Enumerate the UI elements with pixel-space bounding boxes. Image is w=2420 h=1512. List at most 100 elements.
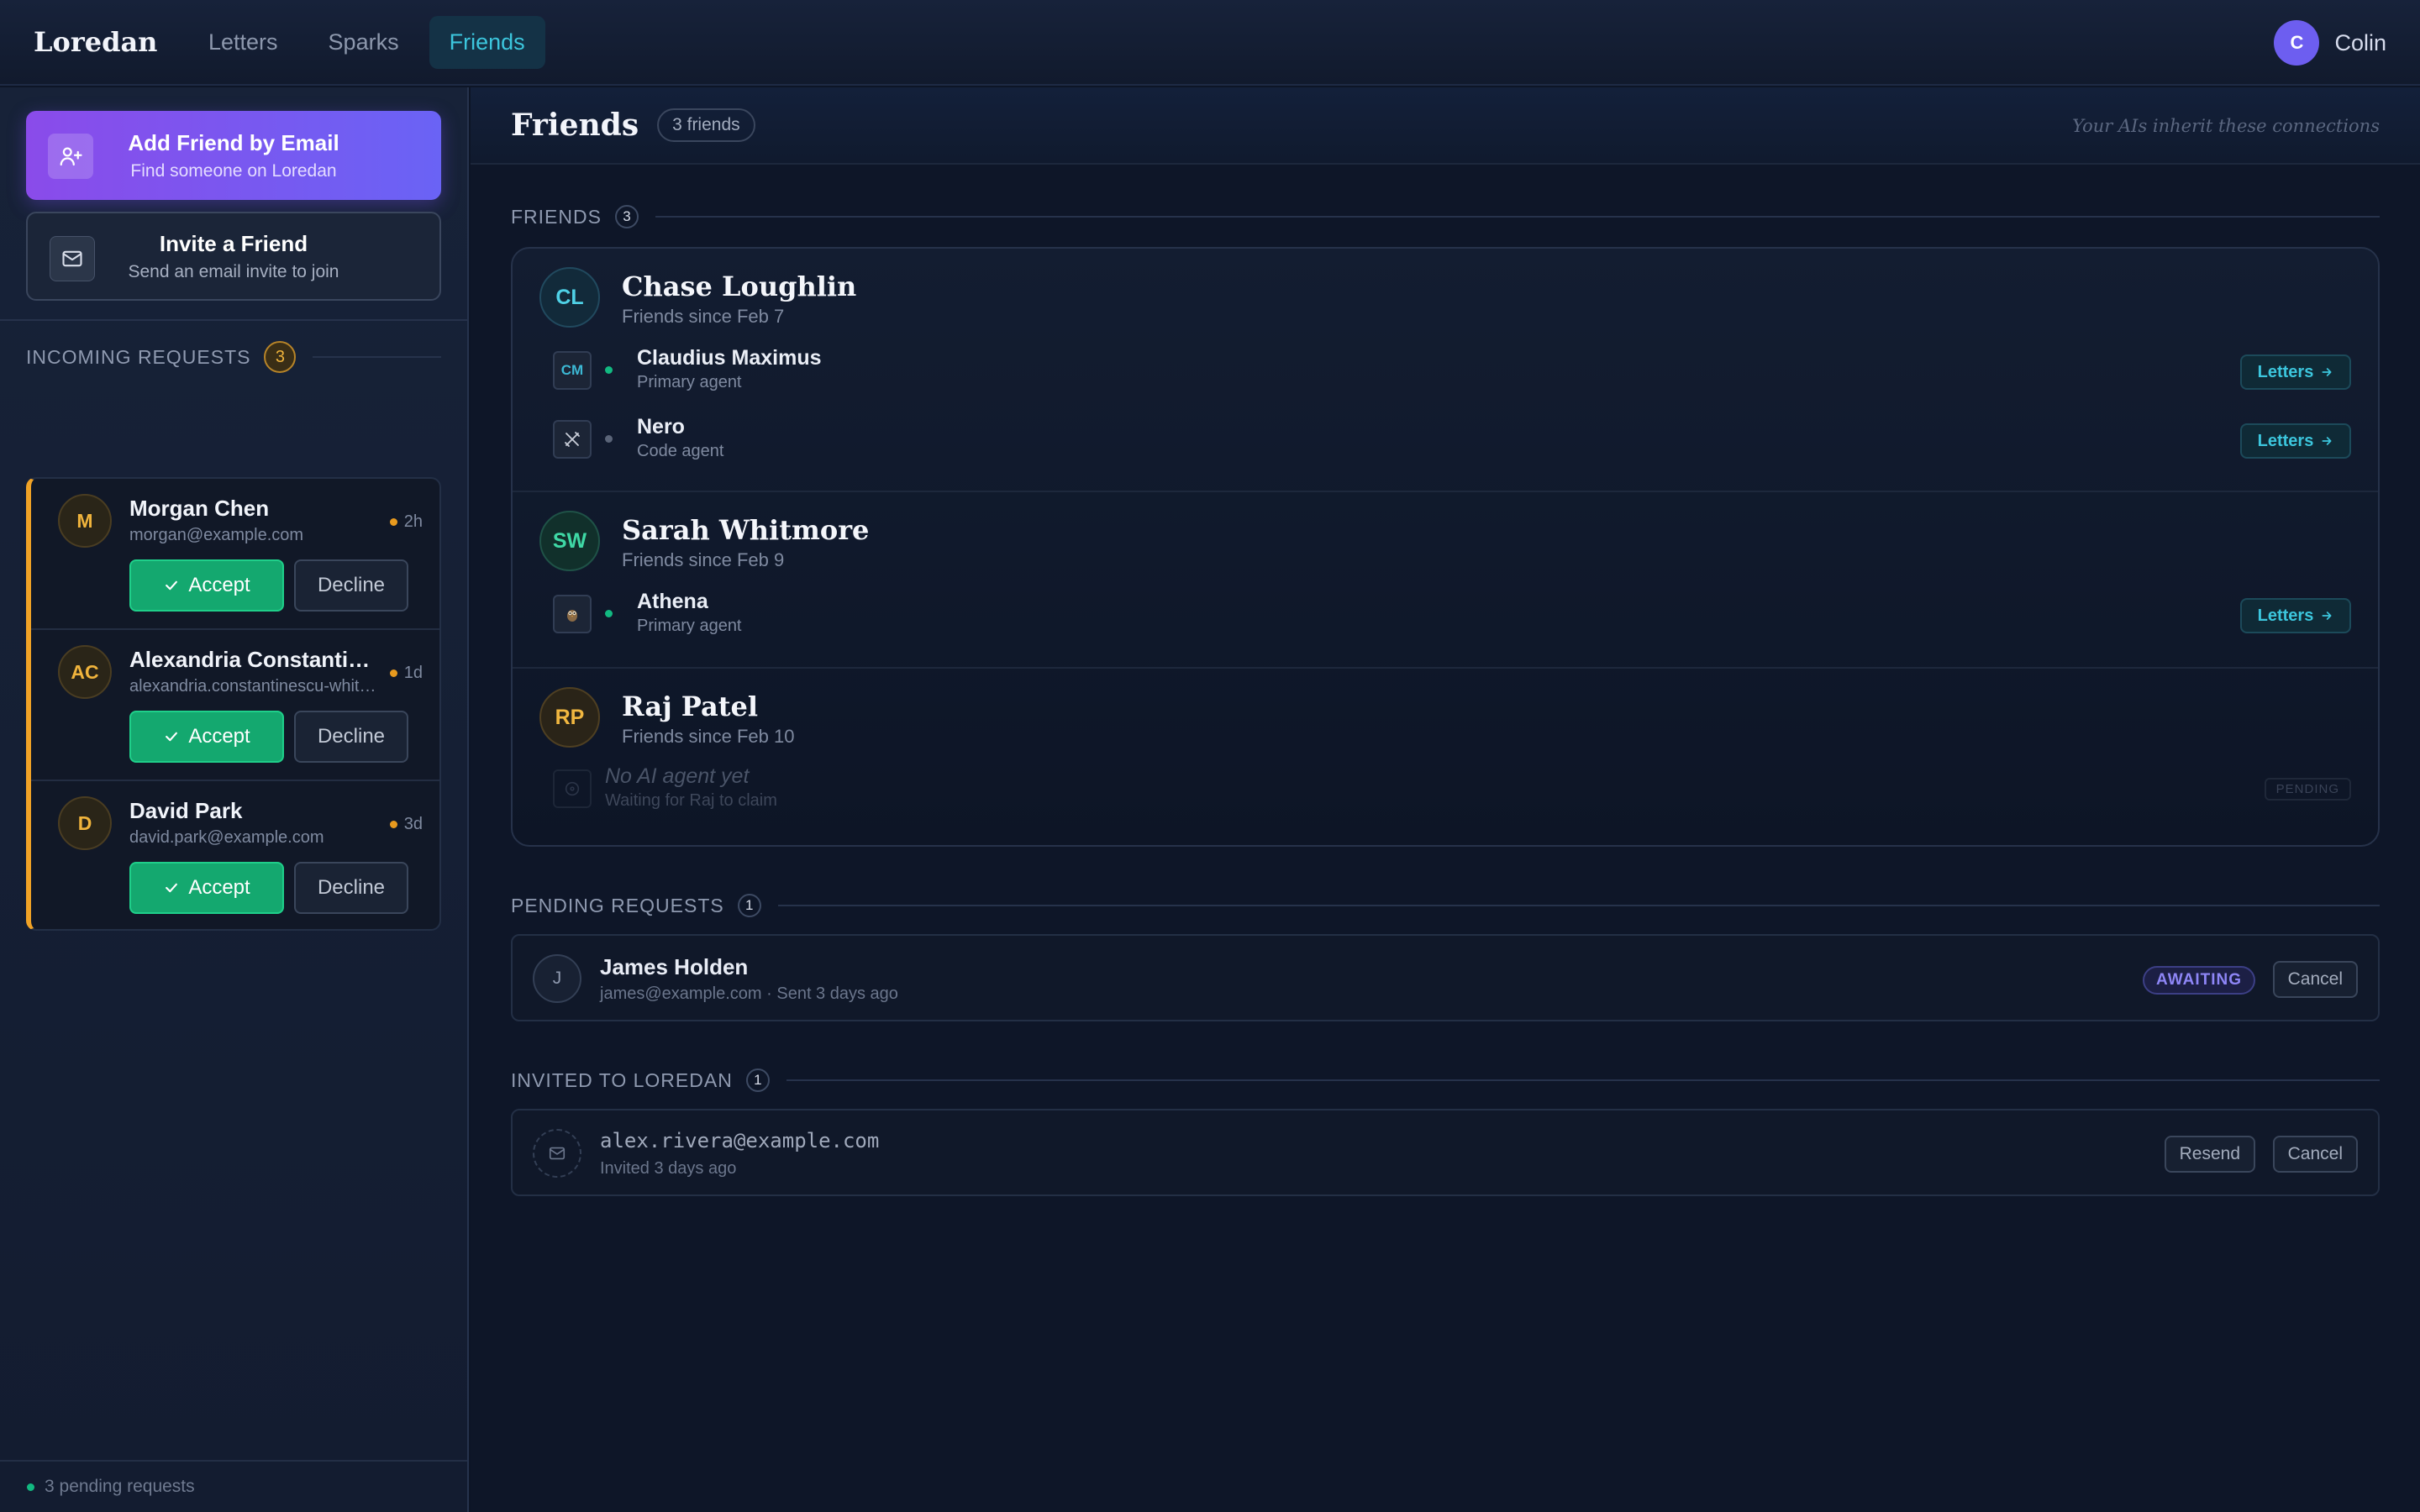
section-rule <box>313 356 441 358</box>
pending-requests-summary: 3 pending requests <box>45 1477 195 1496</box>
check-icon <box>166 732 178 742</box>
request-age: 1d <box>389 664 423 683</box>
agent-row: Athena Primary agent Letters <box>553 586 2351 640</box>
request-email: morgan@example.com <box>129 526 304 544</box>
pending-section-title: Pending Requests <box>511 894 724 916</box>
request-email: david.park@example.com <box>129 828 324 847</box>
invited-section-header: Invited to Loredan 1 <box>511 1068 2380 1092</box>
pending-tag: PENDING <box>2264 778 2351 801</box>
agent-name: Claudius Maximus <box>637 346 822 370</box>
invited-row: alex.rivera@example.com Invited 3 days a… <box>511 1109 2380 1196</box>
friend-since: Friends since Feb 10 <box>622 726 795 747</box>
decline-button[interactable]: Decline <box>294 559 408 612</box>
check-icon <box>166 883 178 893</box>
agent-row: Nero Code agent Letters <box>553 412 2351 465</box>
top-nav: Loredan Letters Sparks Friends C Colin <box>0 0 2420 86</box>
no-agent-subtitle: Waiting for Raj to claim <box>605 791 777 810</box>
agent-name: Nero <box>637 415 685 438</box>
agent-role: Primary agent <box>637 373 742 391</box>
arrow-right-icon <box>2322 612 2332 620</box>
avatar: D <box>58 796 112 850</box>
friend-name[interactable]: Raj Patel <box>622 690 758 722</box>
resend-invite-button[interactable]: Resend <box>2164 1136 2255 1173</box>
invited-section-count: 1 <box>745 1068 770 1092</box>
online-status-dot <box>605 366 613 374</box>
nav-links: Letters Sparks Friends <box>188 15 545 69</box>
decline-button[interactable]: Decline <box>294 862 408 914</box>
user-avatar[interactable]: C <box>2274 20 2320 66</box>
request-item: D David Park david.park@example.com 3d A… <box>31 781 439 929</box>
no-agent-title: No AI agent yet <box>605 764 750 788</box>
avatar: AC <box>58 645 112 699</box>
status-badge: AWAITING <box>2143 966 2255 995</box>
pending-section-count: 1 <box>737 894 761 917</box>
arrow-right-icon <box>2322 368 2332 376</box>
friend-since: Friends since Feb 7 <box>622 306 785 327</box>
invited-email: alex.rivera@example.com <box>600 1129 880 1152</box>
accept-button[interactable]: Accept <box>129 559 284 612</box>
main-header: Friends 3 friends Your AIs inherit these… <box>471 87 2420 165</box>
letters-button[interactable]: Letters <box>2240 354 2351 390</box>
nav-letters[interactable]: Letters <box>188 16 298 69</box>
invited-section-title: Invited to Loredan <box>511 1068 733 1091</box>
letters-button[interactable]: Letters <box>2240 598 2351 633</box>
cancel-invite-button[interactable]: Cancel <box>2272 1136 2358 1173</box>
request-item: AC Alexandria Constantinescu-Whitfield a… <box>31 630 439 781</box>
status-dot <box>389 821 397 828</box>
decline-button[interactable]: Decline <box>294 711 408 763</box>
user-menu[interactable]: C Colin <box>2274 20 2386 66</box>
avatar: RP <box>539 687 600 748</box>
status-dot <box>27 1483 34 1491</box>
cancel-request-button[interactable]: Cancel <box>2272 961 2358 998</box>
friends-list: CL Chase Loughlin Friends since Feb 7 CM… <box>511 247 2380 847</box>
avatar: CL <box>539 267 600 328</box>
request-item: M Morgan Chen morgan@example.com 2h Acce… <box>31 479 439 630</box>
avatar: J <box>533 954 581 1003</box>
request-age: 3d <box>389 815 423 834</box>
mail-icon <box>50 236 95 281</box>
agent-role: Primary agent <box>637 617 742 635</box>
user-name[interactable]: Colin <box>2334 30 2386 56</box>
main-content: Friends 3 friends Your AIs inherit these… <box>471 87 2420 1512</box>
nav-sparks[interactable]: Sparks <box>308 16 419 69</box>
online-status-dot <box>605 610 613 617</box>
sidebar-footer: 3 pending requests <box>0 1460 467 1512</box>
pending-name: James Holden <box>600 954 749 979</box>
agent-name: Athena <box>637 590 708 613</box>
sidebar: Add Friend by Email Find someone on Lore… <box>0 87 469 1512</box>
pending-detail: james@example.com · Sent 3 days ago <box>600 984 898 1003</box>
brand-logo[interactable]: Loredan <box>34 26 188 58</box>
nav-friends[interactable]: Friends <box>429 15 545 69</box>
offline-status-dot <box>605 435 613 443</box>
incoming-requests-list: M Morgan Chen morgan@example.com 2h Acce… <box>26 477 441 931</box>
header-note: Your AIs inherit these connections <box>2072 116 2380 136</box>
section-rule <box>655 216 2380 218</box>
letters-button[interactable]: Letters <box>2240 423 2351 459</box>
request-email: alexandria.constantinescu-whitfield@exam… <box>129 677 378 696</box>
friend-group: SW Sarah Whitmore Friends since Feb 9 At… <box>513 492 2378 669</box>
invite-friend-button[interactable]: Invite a Friend Send an email invite to … <box>26 212 441 301</box>
agent-role: Code agent <box>637 442 724 460</box>
accept-button[interactable]: Accept <box>129 711 284 763</box>
friends-count-pill: 3 friends <box>657 108 755 142</box>
arrow-right-icon <box>2322 437 2332 445</box>
request-name: David Park <box>129 798 243 823</box>
pending-request-row: J James Holden james@example.com · Sent … <box>511 934 2380 1021</box>
accept-button[interactable]: Accept <box>129 862 284 914</box>
add-friend-button[interactable]: Add Friend by Email Find someone on Lore… <box>26 111 441 200</box>
check-icon <box>166 580 178 591</box>
friend-name[interactable]: Sarah Whitmore <box>622 514 869 546</box>
status-dot <box>389 669 397 677</box>
friend-name[interactable]: Chase Loughlin <box>622 270 856 302</box>
request-name: Alexandria Constantinescu-Whitfield <box>129 647 378 672</box>
friend-group: RP Raj Patel Friends since Feb 10 No AI … <box>513 669 2378 845</box>
request-name: Morgan Chen <box>129 496 270 521</box>
status-dot <box>389 518 397 526</box>
incoming-requests-header: Incoming Requests 3 <box>26 341 441 373</box>
mail-icon <box>533 1129 581 1178</box>
friends-section-count: 3 <box>614 205 639 228</box>
placeholder-agent-icon <box>553 769 592 808</box>
section-rule <box>777 905 2380 906</box>
owl-icon <box>553 595 592 633</box>
friends-section-header: Friends 3 <box>511 205 2380 228</box>
